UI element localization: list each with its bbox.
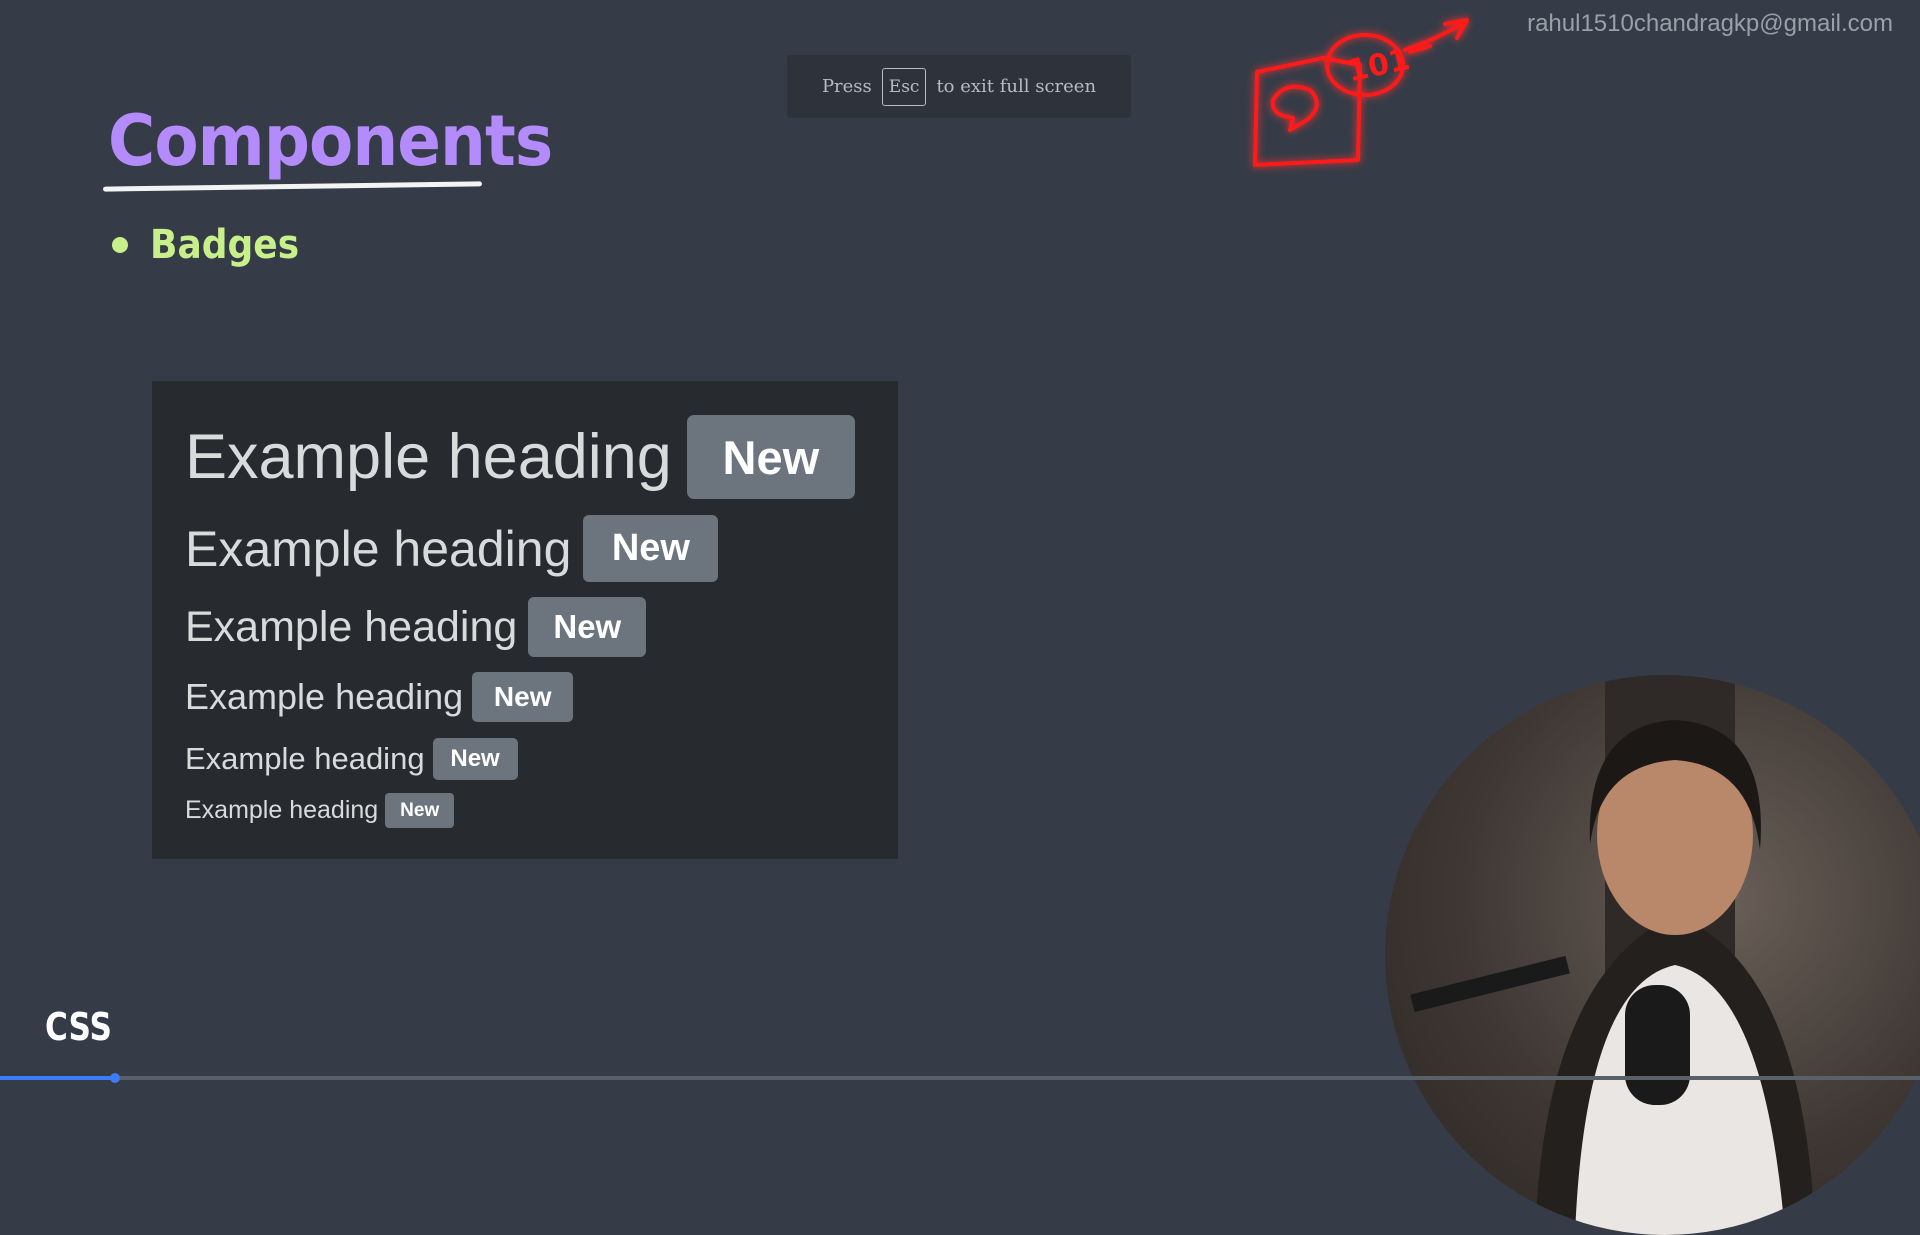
demo-row-h4: Example heading New — [185, 672, 574, 722]
demo-row-h2: Example heading New — [185, 515, 719, 582]
demo-heading: Example heading — [185, 520, 572, 577]
video-progress-fill — [0, 1076, 115, 1080]
fullscreen-exit-hint: Press Esc to exit full screen — [787, 55, 1131, 118]
presenter-silhouette-icon — [1410, 675, 1815, 1235]
new-badge: New — [528, 597, 647, 657]
bullet-label: Badges — [150, 222, 300, 268]
demo-heading: Example heading — [185, 796, 379, 824]
topic-label: CSS — [45, 1005, 112, 1049]
demo-heading: Example heading — [185, 422, 672, 492]
slide-title: Components — [108, 100, 553, 182]
new-badge: New — [583, 515, 719, 582]
title-underline — [102, 181, 483, 192]
demo-row-h3: Example heading New — [185, 597, 647, 657]
esc-key-label: Esc — [881, 67, 927, 106]
demo-heading: Example heading — [185, 602, 518, 651]
demo-row-h6: Example heading New — [185, 793, 455, 828]
video-progress-track[interactable] — [0, 1076, 1920, 1080]
fullscreen-hint-prefix: Press — [821, 76, 872, 97]
new-badge: New — [432, 738, 518, 780]
bullet-dot-icon — [112, 237, 128, 253]
new-badge: New — [472, 672, 574, 722]
new-badge: New — [686, 415, 855, 499]
bullet-item-badges: Badges — [112, 222, 316, 268]
new-badge: New — [385, 793, 455, 828]
presenter-webcam-overlay — [1385, 675, 1920, 1235]
demo-heading: Example heading — [185, 676, 464, 717]
video-progress-handle[interactable] — [110, 1073, 120, 1083]
demo-heading: Example heading — [185, 741, 425, 776]
red-annotation-drawing: 101 — [1253, 18, 1469, 167]
fullscreen-hint-suffix: to exit full screen — [936, 76, 1097, 97]
demo-row-h1: Example heading New — [185, 415, 855, 499]
watermark-email: rahul1510chandragkp@gmail.com — [1527, 10, 1893, 37]
demo-row-h5: Example heading New — [185, 738, 518, 780]
annotation-text: 101 — [1344, 42, 1413, 89]
